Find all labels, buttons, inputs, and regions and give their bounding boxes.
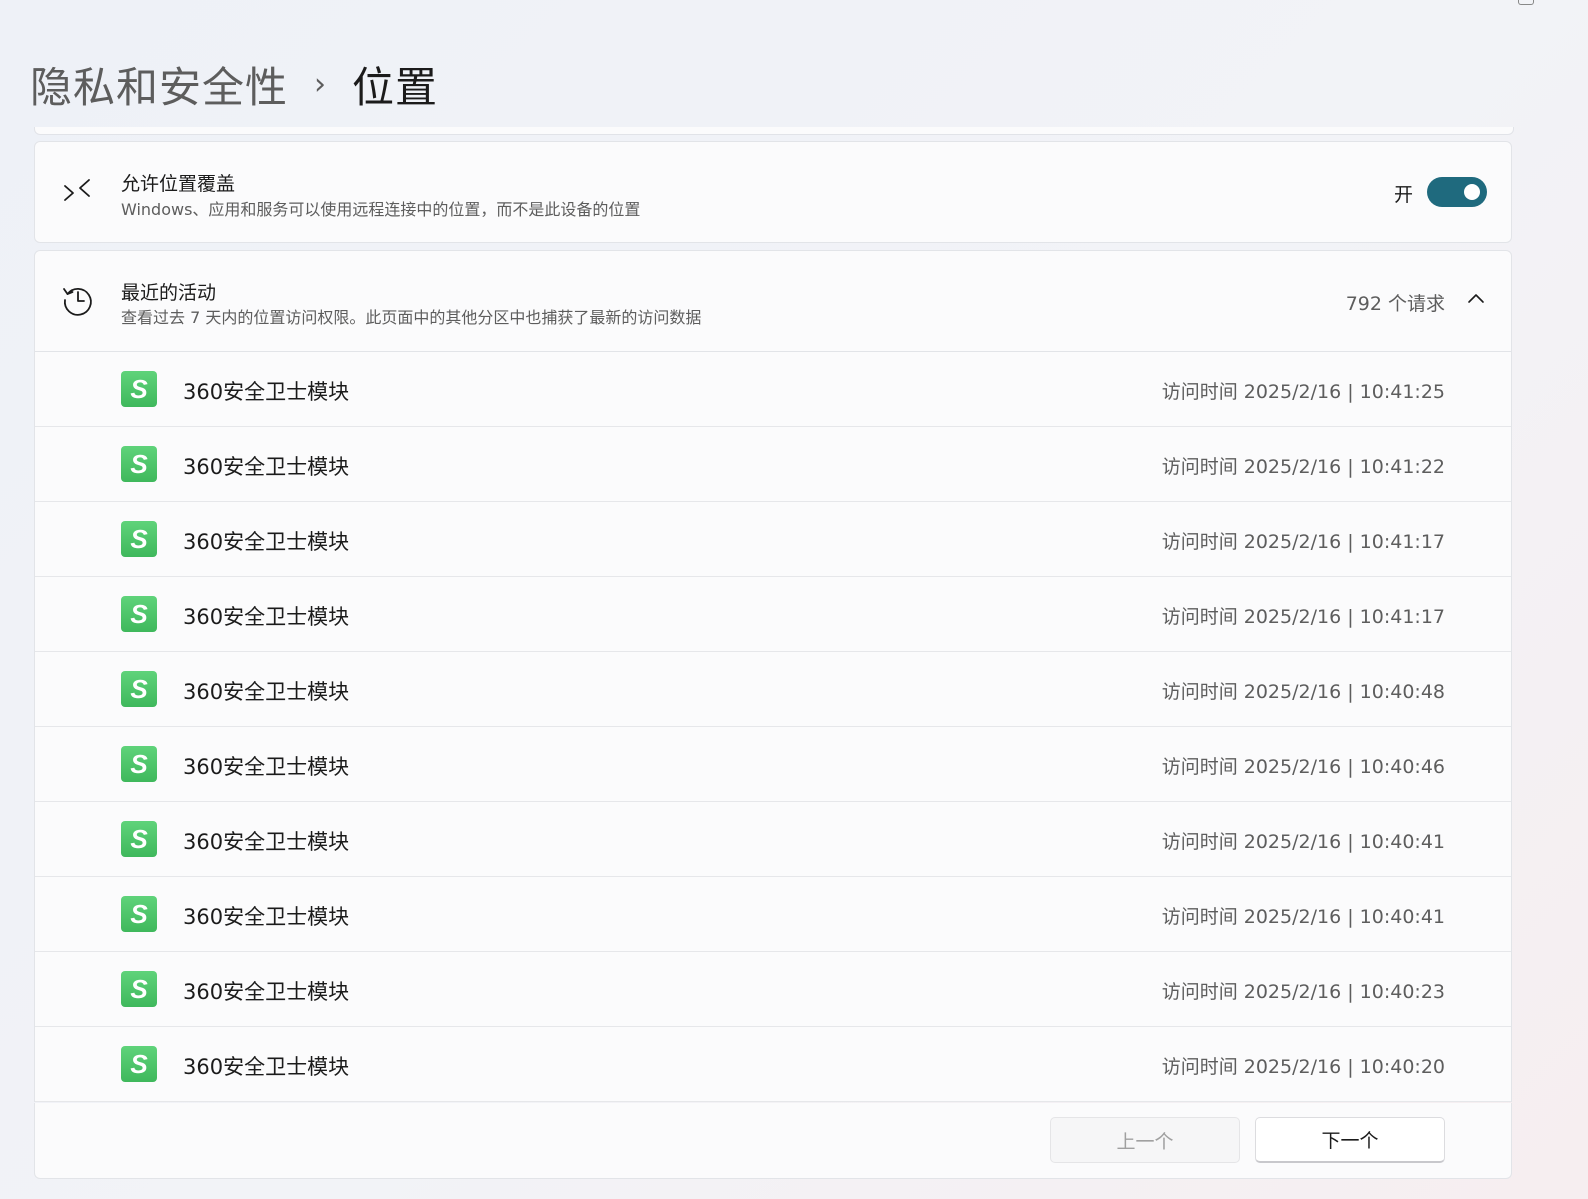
access-time: 访问时间 2025/2/16 | 10:41:17 bbox=[1161, 606, 1445, 628]
app-name: 360安全卫士模块 bbox=[183, 905, 350, 929]
breadcrumb: 隐私和安全性 › 位置 bbox=[30, 52, 438, 116]
app-name: 360安全卫士模块 bbox=[183, 980, 350, 1004]
recent-activity-description: 查看过去 7 天内的位置访问权限。此页面中的其他分区中也捕获了最新的访问数据 bbox=[121, 308, 702, 327]
access-time: 访问时间 2025/2/16 | 10:40:23 bbox=[1161, 981, 1445, 1003]
app-name: 360安全卫士模块 bbox=[183, 380, 350, 404]
app-360-icon: S bbox=[121, 971, 157, 1007]
previous-card-edge bbox=[34, 127, 1514, 135]
app-360-icon: S bbox=[121, 896, 157, 932]
access-time: 访问时间 2025/2/16 | 10:40:48 bbox=[1161, 681, 1445, 703]
list-item: S 360安全卫士模块 访问时间 2025/2/16 | 10:41:17 bbox=[35, 577, 1511, 652]
access-time: 访问时间 2025/2/16 | 10:40:41 bbox=[1161, 831, 1445, 853]
list-item: S 360安全卫士模块 访问时间 2025/2/16 | 10:40:48 bbox=[35, 652, 1511, 727]
request-count: 792 个请求 bbox=[1345, 293, 1445, 315]
app-360-icon: S bbox=[121, 821, 157, 857]
location-override-toggle[interactable] bbox=[1427, 177, 1487, 207]
history-icon bbox=[63, 287, 92, 316]
access-time: 访问时间 2025/2/16 | 10:40:41 bbox=[1161, 906, 1445, 928]
list-item: S 360安全卫士模块 访问时间 2025/2/16 | 10:41:25 bbox=[35, 352, 1511, 427]
previous-page-button[interactable]: 上一个 bbox=[1050, 1117, 1240, 1163]
next-page-button[interactable]: 下一个 bbox=[1255, 1117, 1445, 1163]
list-item: S 360安全卫士模块 访问时间 2025/2/16 | 10:41:22 bbox=[35, 427, 1511, 502]
list-item: S 360安全卫士模块 访问时间 2025/2/16 | 10:40:41 bbox=[35, 802, 1511, 877]
override-description: Windows、应用和服务可以使用远程连接中的位置，而不是此设备的位置 bbox=[121, 200, 641, 219]
recent-activity-header[interactable]: 最近的活动 查看过去 7 天内的位置访问权限。此页面中的其他分区中也捕获了最新的… bbox=[34, 250, 1512, 352]
list-item: S 360安全卫士模块 访问时间 2025/2/16 | 10:41:17 bbox=[35, 502, 1511, 577]
app-360-icon: S bbox=[121, 671, 157, 707]
override-title: 允许位置覆盖 bbox=[121, 173, 236, 195]
location-override-icon bbox=[64, 179, 90, 201]
app-360-icon: S bbox=[121, 746, 157, 782]
toggle-state-label: 开 bbox=[1393, 184, 1413, 206]
app-360-icon: S bbox=[121, 521, 157, 557]
list-item: S 360安全卫士模块 访问时间 2025/2/16 | 10:40:23 bbox=[35, 952, 1511, 1027]
breadcrumb-parent-privacy-security[interactable]: 隐私和安全性 bbox=[30, 54, 288, 115]
app-360-icon: S bbox=[121, 596, 157, 632]
recent-activity-title: 最近的活动 bbox=[121, 282, 217, 304]
list-item: S 360安全卫士模块 访问时间 2025/2/16 | 10:40:46 bbox=[35, 727, 1511, 802]
activity-list: S 360安全卫士模块 访问时间 2025/2/16 | 10:41:25 S … bbox=[34, 352, 1512, 1102]
breadcrumb-separator: › bbox=[314, 66, 327, 102]
access-time: 访问时间 2025/2/16 | 10:41:17 bbox=[1161, 531, 1445, 553]
page-title: 位置 bbox=[352, 62, 439, 112]
app-name: 360安全卫士模块 bbox=[183, 605, 350, 629]
toggle-knob bbox=[1464, 184, 1480, 200]
access-time: 访问时间 2025/2/16 | 10:40:20 bbox=[1161, 1056, 1445, 1078]
window-corner-mark bbox=[1518, 0, 1534, 5]
list-item: S 360安全卫士模块 访问时间 2025/2/16 | 10:40:41 bbox=[35, 877, 1511, 952]
app-name: 360安全卫士模块 bbox=[183, 680, 350, 704]
app-360-icon: S bbox=[121, 371, 157, 407]
location-override-card: 允许位置覆盖 Windows、应用和服务可以使用远程连接中的位置，而不是此设备的… bbox=[34, 141, 1512, 243]
access-time: 访问时间 2025/2/16 | 10:41:25 bbox=[1161, 381, 1445, 403]
app-360-icon: S bbox=[121, 1046, 157, 1082]
list-item: S 360安全卫士模块 访问时间 2025/2/16 | 10:40:20 bbox=[35, 1027, 1511, 1102]
app-name: 360安全卫士模块 bbox=[183, 530, 350, 554]
app-name: 360安全卫士模块 bbox=[183, 755, 350, 779]
access-time: 访问时间 2025/2/16 | 10:41:22 bbox=[1161, 456, 1445, 478]
app-360-icon: S bbox=[121, 446, 157, 482]
app-name: 360安全卫士模块 bbox=[183, 455, 350, 479]
chevron-up-icon[interactable] bbox=[1467, 291, 1485, 305]
access-time: 访问时间 2025/2/16 | 10:40:46 bbox=[1161, 756, 1445, 778]
app-name: 360安全卫士模块 bbox=[183, 1055, 350, 1079]
app-name: 360安全卫士模块 bbox=[183, 830, 350, 854]
pagination-bar: 上一个 下一个 bbox=[34, 1103, 1512, 1179]
